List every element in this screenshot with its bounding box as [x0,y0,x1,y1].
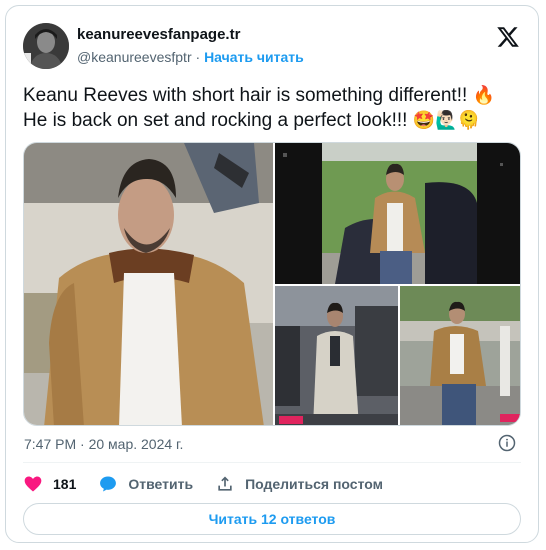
follow-link[interactable]: Начать читать [204,49,304,65]
tweet-text-line-1: Keanu Reeves with short hair is somethin… [23,83,523,108]
author-handle[interactable]: @keanureevesfptr [77,49,192,65]
photo-main-closeup[interactable] [24,143,273,425]
like-button[interactable]: 181 [23,474,76,494]
share-label: Поделиться постом [245,476,383,492]
tweet-line-1: Keanu Reeves with short hair is somethin… [23,85,468,106]
author-handle-line: @keanureevesfptr · Начать читать [77,49,304,65]
photo-car-exit[interactable] [275,143,520,284]
handle-separator: · [195,49,201,65]
heart-icon [24,476,42,492]
action-bar: 181 Ответить Поделиться постом [23,472,405,496]
tweet-text: Keanu Reeves with short hair is somethin… [23,83,523,133]
info-icon[interactable] [498,434,516,452]
reply-bubble-icon [100,476,117,492]
tweet-embed-card: keanureevesfanpage.tr @keanureevesfptr ·… [5,5,539,543]
reply-label: Ответить [128,476,194,492]
tweet-timestamp[interactable]: 7:47 PM · 20 мар. 2024 г. [24,436,183,452]
tweet-text-line-2: He is back on set and rocking a perfect … [23,108,523,133]
photo-walking-street[interactable] [400,286,520,425]
divider [23,462,521,463]
author-avatar[interactable] [23,23,69,69]
photo-trench-coat[interactable] [275,286,398,425]
share-icon [218,476,232,491]
tweet-line-2: He is back on set and rocking a perfect … [23,110,408,131]
share-button[interactable]: Поделиться постом [215,474,383,494]
fire-emoji: 🔥 [472,85,495,105]
like-count: 181 [53,476,77,492]
read-replies-button[interactable]: Читать 12 ответов [23,503,521,535]
author-name[interactable]: keanureevesfanpage.tr [77,26,240,43]
reply-button[interactable]: Ответить [98,474,193,494]
media-grid [23,142,521,426]
x-logo-icon[interactable] [496,25,520,49]
face-emojis: 🤩🙋🏻‍♂️🫠 [412,110,480,130]
